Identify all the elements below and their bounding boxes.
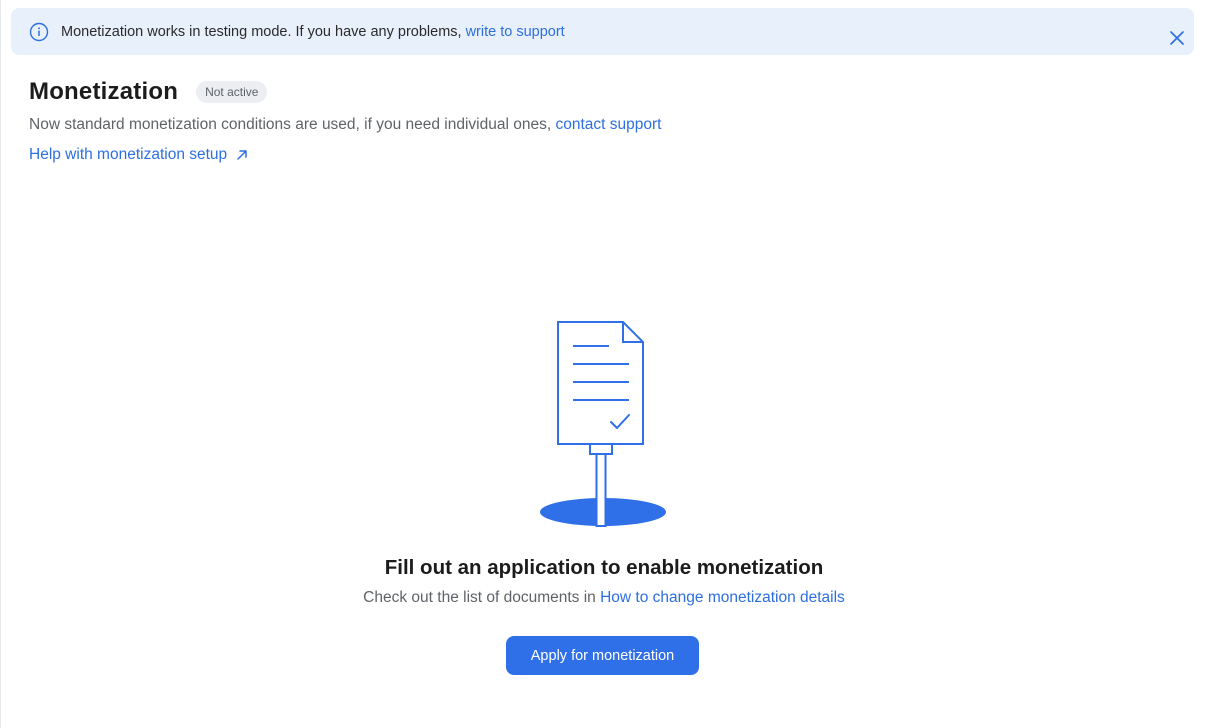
document-stand-icon xyxy=(540,321,666,527)
empty-state-description-text: Check out the list of documents in xyxy=(363,589,596,606)
write-to-support-link[interactable]: write to support xyxy=(466,24,565,40)
how-to-change-details-link[interactable]: How to change monetization details xyxy=(600,589,845,606)
empty-state-description: Check out the list of documents in How t… xyxy=(1,589,1206,607)
page-subtitle: Now standard monetization conditions are… xyxy=(29,116,661,134)
monetization-page: Monetization works in testing mode. If y… xyxy=(0,0,1206,728)
help-monetization-setup-link[interactable]: Help with monetization setup xyxy=(29,146,249,164)
banner-message: Monetization works in testing mode. If y… xyxy=(61,8,565,55)
title-row: Monetization Not active xyxy=(29,78,268,106)
page-title: Monetization xyxy=(29,78,179,105)
external-link-arrow-icon xyxy=(237,150,247,160)
subtitle-text: Now standard monetization conditions are… xyxy=(29,116,552,133)
info-icon xyxy=(29,22,49,42)
help-link-label: Help with monetization setup xyxy=(29,146,228,163)
info-banner: Monetization works in testing mode. If y… xyxy=(11,8,1194,55)
banner-text: Monetization works in testing mode. If y… xyxy=(61,23,462,40)
empty-state-title: Fill out an application to enable moneti… xyxy=(384,556,824,579)
apply-for-monetization-button[interactable]: Apply for monetization xyxy=(506,636,699,675)
status-badge: Not active xyxy=(196,81,268,103)
close-icon[interactable] xyxy=(1169,30,1185,46)
contact-support-link[interactable]: contact support xyxy=(555,116,661,133)
